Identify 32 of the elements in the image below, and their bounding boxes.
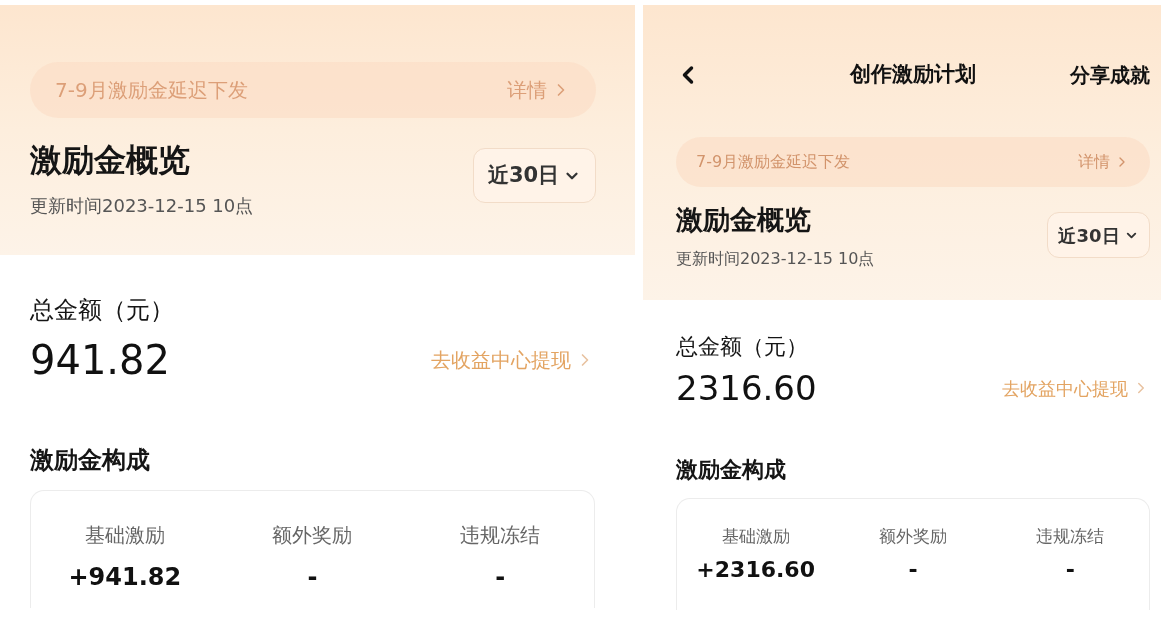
page-title: 激励金概览 [676,203,811,237]
breakdown-value: - [495,562,506,593]
update-time: 更新时间2023-12-15 10点 [676,248,875,270]
breakdown-label: 违规冻结 [460,522,541,548]
date-range-dropdown[interactable]: 近30日 [473,148,596,203]
update-time: 更新时间2023-12-15 10点 [30,194,254,218]
breakdown-value: - [908,556,918,584]
breakdown-label: 基础激励 [721,525,790,547]
notice-text: 7-9月激励金延迟下发 [696,151,851,173]
withdraw-link[interactable]: 去收益中心提现 [431,345,595,375]
total-amount: 941.82 [30,336,170,384]
withdraw-link[interactable]: 去收益中心提现 [1002,374,1150,402]
breakdown-label: 额外奖励 [272,522,353,548]
notice-text: 7-9月激励金延迟下发 [55,77,248,104]
details-link[interactable]: 详情 [1078,150,1130,174]
total-label: 总金额（元） [676,333,808,361]
breakdown-value: +941.82 [68,562,182,593]
breakdown-label: 基础激励 [84,522,165,548]
section-title: 激励金构成 [676,456,786,484]
breakdown-value: - [307,562,318,593]
breakdown-label: 额外奖励 [879,525,947,547]
nav-title: 创作激励计划 [850,61,976,89]
details-link[interactable]: 详情 [507,75,571,105]
page-title: 激励金概览 [30,140,190,180]
breakdown-value: +2316.60 [696,556,815,584]
breakdown-label: 违规冻结 [1036,525,1105,547]
section-title: 激励金构成 [30,445,150,476]
total-amount: 2316.60 [676,367,817,409]
breakdown-value: - [1065,556,1075,584]
total-label: 总金额（元） [30,295,174,326]
date-range-dropdown[interactable]: 近30日 [1047,212,1150,258]
share-link[interactable]: 分享成就 [1070,60,1150,90]
